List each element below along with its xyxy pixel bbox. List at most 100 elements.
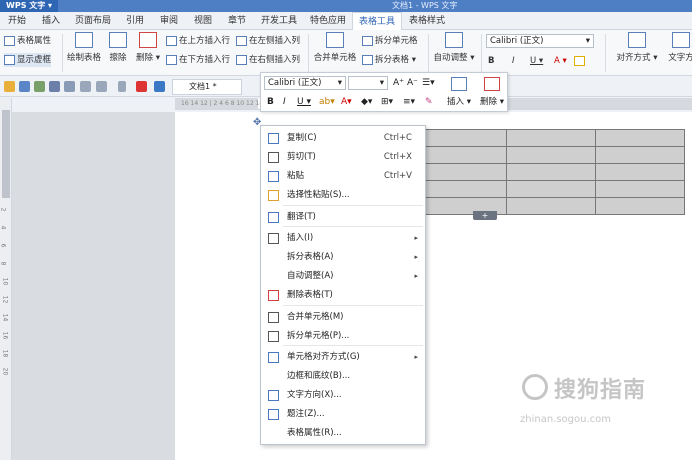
context-menu-item[interactable]: 复制(C) Ctrl+C (262, 129, 424, 148)
context-menu-item[interactable]: 粘贴 Ctrl+V (262, 167, 424, 186)
table-cell[interactable] (506, 163, 596, 181)
table-cell[interactable] (595, 197, 685, 215)
table-cell[interactable] (595, 146, 685, 164)
context-menu-label: 翻译(T) (287, 212, 316, 222)
table-cell[interactable] (506, 180, 596, 198)
text-direction-button[interactable]: 文字方 (666, 32, 692, 63)
context-menu-item[interactable]: 自动调整(A) ▸ (262, 267, 424, 286)
menu-tab[interactable]: 章节 (220, 12, 254, 30)
auto-fit-dropdown[interactable]: 自动调整 ▾ (432, 32, 476, 63)
show-gridlines-button[interactable]: 显示虚框 (4, 53, 52, 67)
draw-table-button[interactable]: 绘制表格 (66, 32, 102, 63)
highlight-button[interactable] (574, 54, 587, 68)
insert-col-left-button[interactable]: 在左侧插入列 (236, 34, 300, 48)
context-menu-item[interactable]: 选择性粘贴(S)... (262, 186, 424, 205)
shrink-font-button[interactable]: A⁻ (407, 77, 418, 89)
menu-tab[interactable]: 表格工具 (352, 12, 402, 30)
show-gridlines-label: 显示虚框 (17, 55, 52, 65)
mini-shading-icon[interactable]: ◆▾ (361, 96, 372, 108)
menu-tab[interactable]: 特色应用 (304, 12, 352, 30)
context-menu-item[interactable]: 拆分表格(A) ▸ (262, 248, 424, 267)
context-menu-item[interactable]: 边框和底纹(B)... (262, 367, 424, 386)
context-menu-item[interactable]: 删除表格(T) (262, 286, 424, 305)
line-spacing-icon[interactable]: ☰▾ (422, 77, 435, 89)
context-menu-item[interactable]: 文字方向(X)... (262, 386, 424, 405)
open-folder-icon[interactable] (4, 81, 15, 92)
submenu-arrow-icon: ▸ (414, 253, 418, 261)
context-menu-label: 边框和底纹(B)... (287, 371, 351, 381)
wps-logo-icon (136, 81, 147, 92)
context-menu-item[interactable]: 题注(Z)... (262, 405, 424, 424)
context-menu-item[interactable]: 拆分单元格(P)... (262, 327, 424, 346)
menu-tab[interactable]: 表格样式 (402, 12, 452, 30)
table-properties-button[interactable]: 表格属性 (4, 34, 51, 48)
menu-tab[interactable]: 页面布局 (68, 12, 118, 30)
table-cell[interactable] (506, 146, 596, 164)
menu-tab[interactable]: 开始 (0, 12, 34, 30)
menu-tab[interactable]: 审阅 (152, 12, 186, 30)
add-row-button[interactable]: + (473, 211, 497, 220)
mini-size-select[interactable]: ▾ (348, 76, 388, 90)
mini-underline-button[interactable]: U ▾ (297, 96, 311, 108)
table-cell[interactable] (417, 180, 507, 198)
document-tab[interactable]: 文档1 * (172, 79, 242, 95)
menu-tab[interactable]: 插入 (34, 12, 68, 30)
context-menu-item[interactable]: 合并单元格(M) (262, 308, 424, 327)
menu-tab[interactable]: 视图 (186, 12, 220, 30)
table-cell[interactable] (417, 163, 507, 181)
export-pdf-icon[interactable] (34, 81, 45, 92)
table-cell[interactable] (595, 129, 685, 147)
cloud-icon[interactable] (154, 81, 165, 92)
translate-icon (268, 212, 279, 223)
grow-font-button[interactable]: A⁺ (393, 77, 404, 89)
print-preview-icon[interactable] (64, 81, 75, 92)
caption-icon (268, 409, 279, 420)
document-table[interactable] (417, 129, 685, 215)
bold-button[interactable]: B (488, 54, 494, 68)
context-menu-item[interactable]: 插入(I) ▸ (262, 229, 424, 248)
table-cell[interactable] (595, 163, 685, 181)
table-cell[interactable] (506, 197, 596, 215)
save-icon[interactable] (19, 81, 30, 92)
mini-italic-button[interactable]: I (283, 96, 286, 108)
table-cell[interactable] (595, 180, 685, 198)
app-menu-button[interactable]: WPS 文字 ▾ (0, 0, 59, 12)
delete-dropdown[interactable]: 删除 ▾ (134, 32, 162, 63)
mini-highlight-icon[interactable]: ab▾ (319, 96, 335, 108)
mini-font-select[interactable]: Calibri (正文) ▾ (264, 76, 346, 90)
mini-align-icon[interactable]: ≡▾ (403, 96, 415, 108)
context-menu-label: 剪切(T) (287, 152, 316, 162)
menu-tab[interactable]: 引用 (118, 12, 152, 30)
font-name-select[interactable]: Calibri (正文) ▾ (486, 34, 594, 48)
insert-row-below-button[interactable]: 在下方插入行 (166, 53, 230, 67)
menu-tab[interactable]: 开发工具 (254, 12, 304, 30)
mini-border-icon[interactable]: ⊞▾ (381, 96, 393, 108)
underline-button[interactable]: U ▾ (530, 54, 543, 68)
table-cell[interactable] (506, 129, 596, 147)
print-icon[interactable] (49, 81, 60, 92)
mini-bold-button[interactable]: B (267, 96, 274, 108)
merge-cells-button[interactable]: 合并单元格 (312, 32, 358, 63)
format-painter-icon[interactable]: ✎ (425, 96, 433, 108)
insert-row-above-button[interactable]: 在上方插入行 (166, 34, 230, 48)
context-menu-item[interactable]: 翻译(T) (262, 208, 424, 227)
mini-insert-dropdown[interactable]: 插入 ▾ (447, 96, 471, 108)
split-cells-button[interactable]: 拆分单元格 (362, 34, 418, 48)
redo-icon[interactable] (96, 81, 107, 92)
table-cell[interactable] (417, 129, 507, 147)
context-menu-item[interactable]: 表格属性(R)... (262, 424, 424, 443)
mini-delete-dropdown[interactable]: 删除 ▾ (480, 96, 504, 108)
customize-chevron-icon[interactable] (118, 81, 126, 92)
split-table-dropdown[interactable]: 拆分表格 ▾ (362, 53, 416, 67)
window-title: 文档1 - WPS 文字 (392, 1, 458, 10)
italic-button[interactable]: I (512, 54, 515, 68)
table-cell[interactable] (417, 146, 507, 164)
align-dropdown[interactable]: 对齐方式 ▾ (612, 32, 662, 63)
context-menu-item[interactable]: 单元格对齐方式(G) ▸ (262, 348, 424, 367)
undo-icon[interactable] (80, 81, 91, 92)
mini-font-color-icon[interactable]: A▾ (341, 96, 352, 108)
font-color-button[interactable]: A ▾ (554, 54, 567, 68)
insert-col-right-button[interactable]: 在右侧插入列 (236, 53, 300, 67)
erase-button[interactable]: 擦除 (106, 32, 130, 63)
context-menu-item[interactable]: 剪切(T) Ctrl+X (262, 148, 424, 167)
